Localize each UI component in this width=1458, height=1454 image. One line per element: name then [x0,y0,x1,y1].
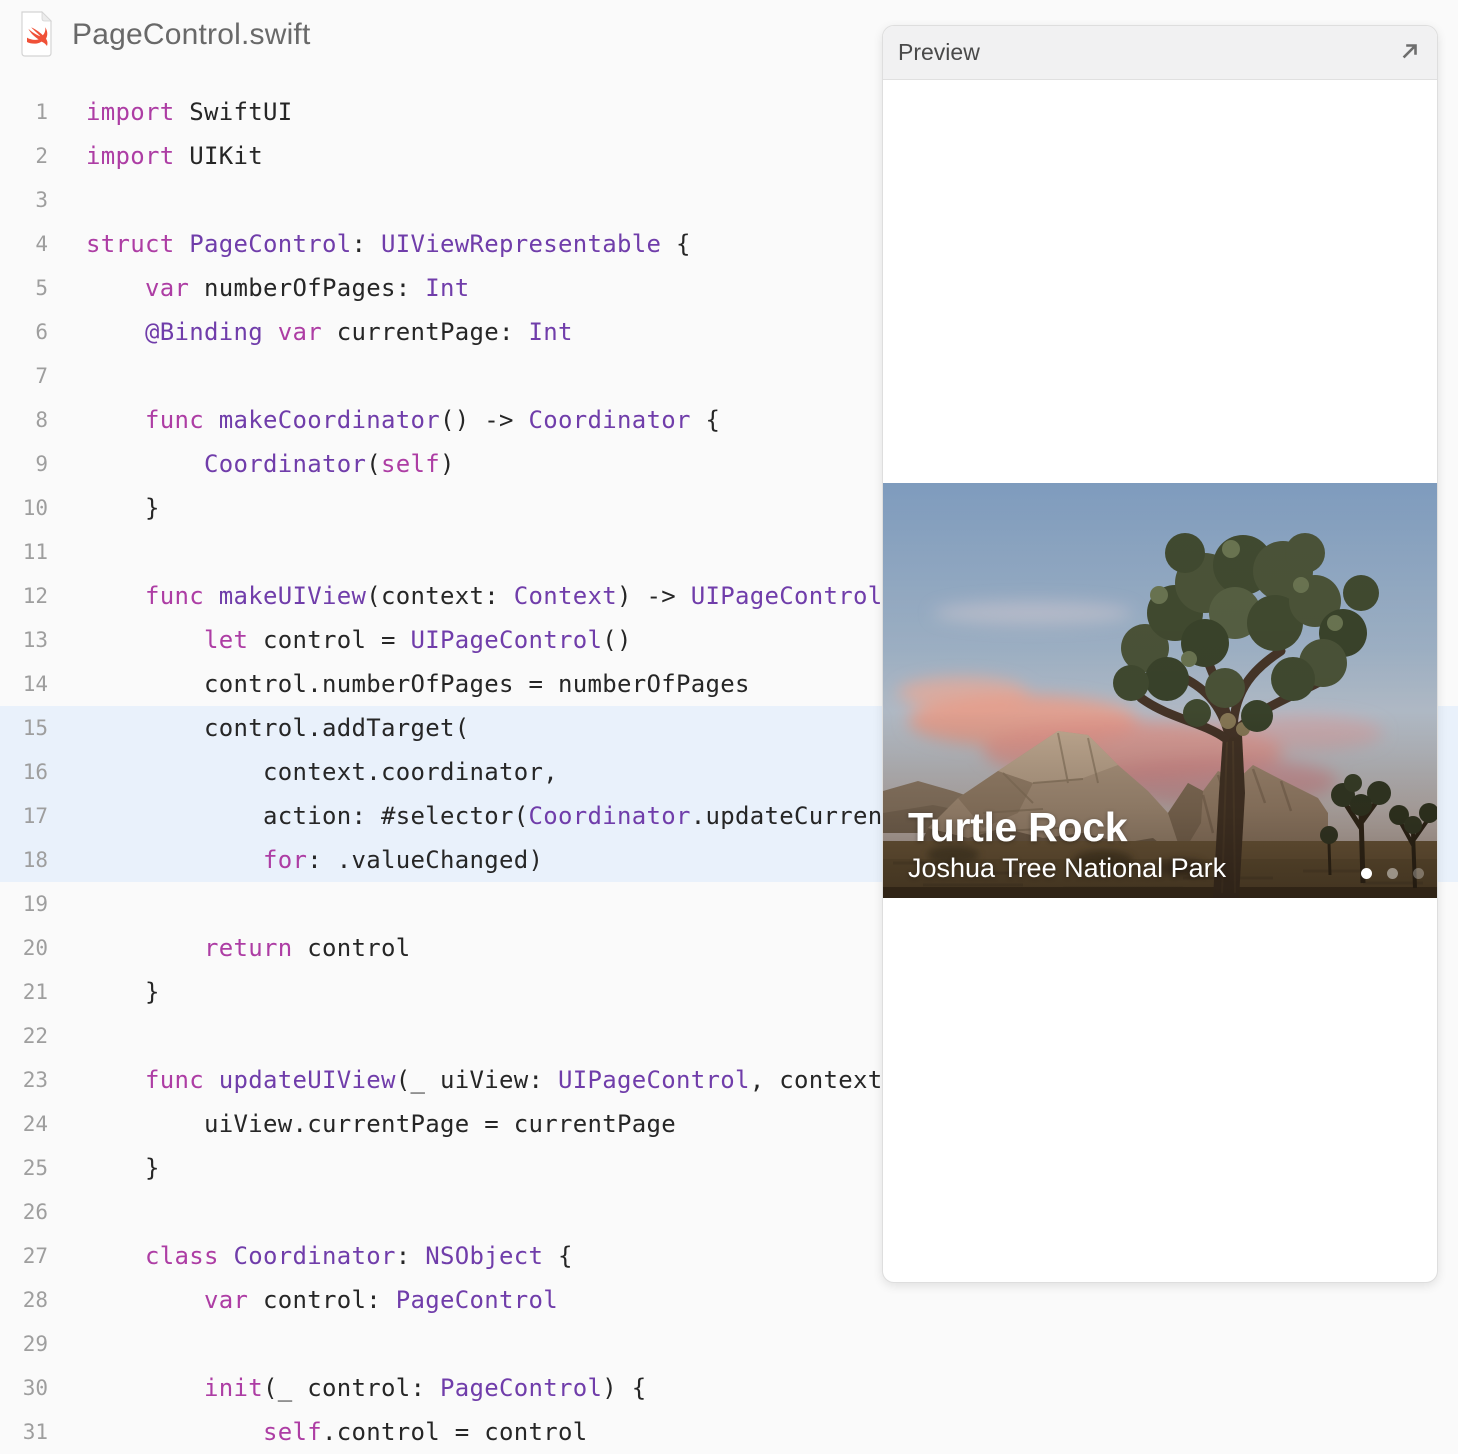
line-number: 10 [0,486,48,530]
line-number: 29 [0,1322,48,1366]
line-number: 3 [0,178,48,222]
code-text: control.numberOfPages = numberOfPages [86,662,750,706]
code-text: struct PageControl: UIViewRepresentable … [86,222,691,266]
code-text: uiView.currentPage = currentPage [86,1102,676,1146]
line-number: 26 [0,1190,48,1234]
card-subtitle: Joshua Tree National Park [908,850,1226,886]
code-text: return control [86,926,411,970]
expand-button[interactable] [1398,41,1422,65]
code-text: var numberOfPages: Int [86,266,470,310]
line-number: 27 [0,1234,48,1278]
code-text: context.coordinator, [86,750,558,794]
line-number: 1 [0,90,48,134]
line-number: 23 [0,1058,48,1102]
line-number: 4 [0,222,48,266]
preview-header: Preview [883,26,1437,80]
code-text: let control = UIPageControl() [86,618,632,662]
line-number: 14 [0,662,48,706]
line-number: 16 [0,750,48,794]
code-text: Coordinator(self) [86,442,455,486]
code-text: } [86,970,160,1014]
page-title: PageControl.swift [72,0,311,70]
line-number: 17 [0,794,48,838]
line-number: 22 [0,1014,48,1058]
line-number: 12 [0,574,48,618]
code-text: init(_ control: PageControl) { [86,1366,647,1410]
code-text: } [86,1146,160,1190]
code-text: import SwiftUI [86,90,293,134]
code-line[interactable]: 30 init(_ control: PageControl) { [0,1366,1458,1410]
code-text: var control: PageControl [86,1278,558,1322]
line-number: 30 [0,1366,48,1410]
line-number: 28 [0,1278,48,1322]
code-text: self.control = control [86,1410,588,1454]
code-line[interactable]: 29 [0,1322,1458,1366]
line-number: 11 [0,530,48,574]
preview-panel: Preview [882,25,1438,1283]
line-number: 31 [0,1410,48,1454]
code-text: } [86,486,160,530]
line-number: 9 [0,442,48,486]
swift-file-icon [18,11,54,57]
line-number: 25 [0,1146,48,1190]
code-text: import UIKit [86,134,263,178]
page-dot[interactable] [1387,868,1398,879]
card-title: Turtle Rock [908,804,1226,850]
preview-card: Turtle Rock Joshua Tree National Park [883,483,1438,898]
code-text: class Coordinator: NSObject { [86,1234,573,1278]
line-number: 8 [0,398,48,442]
line-number: 2 [0,134,48,178]
code-text: @Binding var currentPage: Int [86,310,573,354]
line-number: 21 [0,970,48,1014]
line-number: 19 [0,882,48,926]
line-number: 6 [0,310,48,354]
code-text: for: .valueChanged) [86,838,543,882]
code-text: func makeUIView(context: Context) -> UIP… [86,574,912,618]
page-dot[interactable] [1413,868,1424,879]
code-line[interactable]: 28 var control: PageControl [0,1278,1458,1322]
code-text: control.addTarget( [86,706,469,750]
line-number: 5 [0,266,48,310]
preview-title: Preview [898,39,980,66]
line-number: 13 [0,618,48,662]
card-caption: Turtle Rock Joshua Tree National Park [908,804,1226,886]
page-control [1361,868,1424,879]
code-line[interactable]: 31 self.control = control [0,1410,1458,1454]
page-dot[interactable] [1361,868,1372,879]
line-number: 15 [0,706,48,750]
code-text: func makeCoordinator() -> Coordinator { [86,398,720,442]
line-number: 20 [0,926,48,970]
line-number: 18 [0,838,48,882]
line-number: 7 [0,354,48,398]
line-number: 24 [0,1102,48,1146]
arrow-up-right-icon [1399,40,1421,65]
